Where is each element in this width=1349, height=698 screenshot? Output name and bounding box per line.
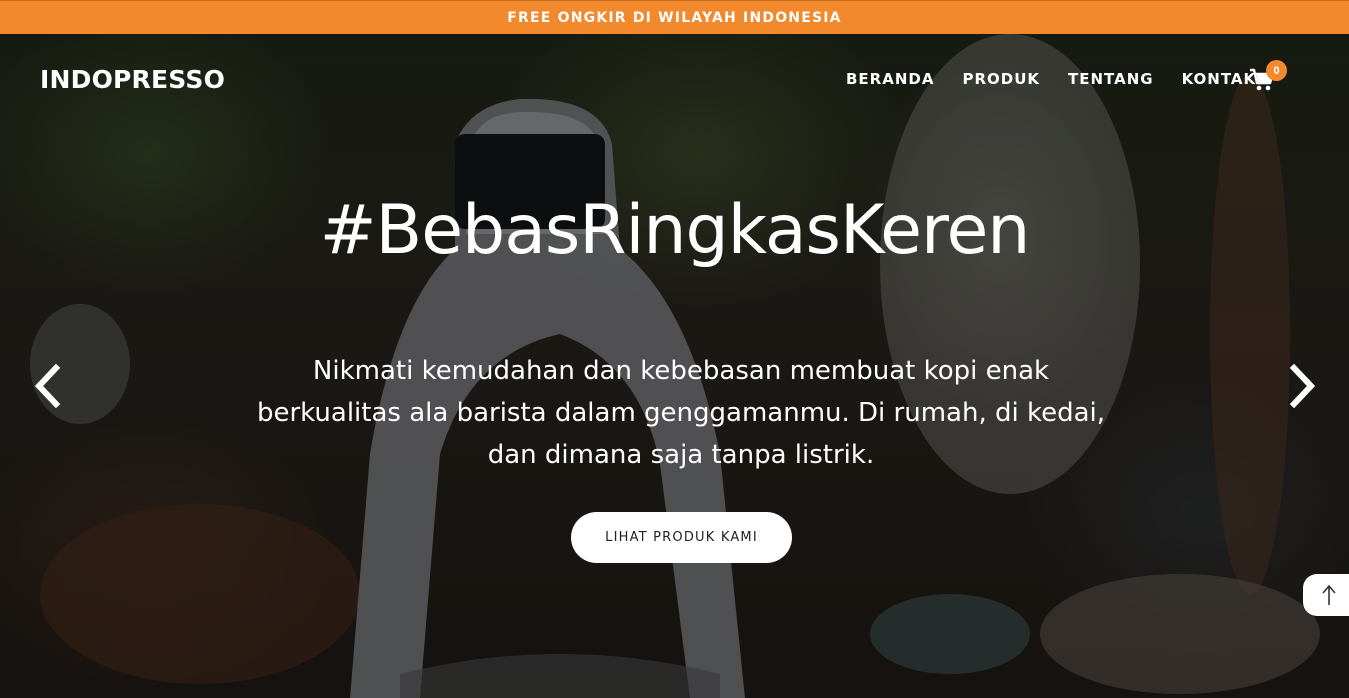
hero-headline: #BebasRingkasKeren (319, 191, 1031, 270)
view-products-button[interactable]: LIHAT PRODUK KAMI (571, 512, 792, 563)
promo-bar: FREE ONGKIR DI WILAYAH INDONESIA (0, 0, 1349, 34)
nav-link-produk[interactable]: PRODUK (962, 70, 1040, 88)
hero-description: Nikmati kemudahan dan kebebasan membuat … (256, 356, 1106, 470)
chevron-left-icon[interactable] (32, 364, 62, 408)
nav-link-kontak[interactable]: KONTAK (1182, 70, 1257, 88)
chevron-right-icon[interactable] (1288, 364, 1318, 408)
nav-link-beranda[interactable]: BERANDA (846, 70, 934, 88)
brand-logo[interactable]: INDOPRESSO (40, 65, 225, 94)
navbar: INDOPRESSO BERANDA PRODUK TENTANG KONTAK… (0, 34, 1349, 124)
promo-text: FREE ONGKIR DI WILAYAH INDONESIA (507, 9, 842, 26)
arrow-up-icon (1322, 584, 1336, 605)
nav-link-tentang[interactable]: TENTANG (1068, 70, 1154, 88)
hero-carousel: INDOPRESSO BERANDA PRODUK TENTANG KONTAK… (0, 34, 1349, 698)
cart-count-badge: 0 (1266, 60, 1287, 81)
main-nav: BERANDA PRODUK TENTANG KONTAK (846, 70, 1256, 88)
scroll-to-top-button[interactable] (1303, 574, 1349, 616)
